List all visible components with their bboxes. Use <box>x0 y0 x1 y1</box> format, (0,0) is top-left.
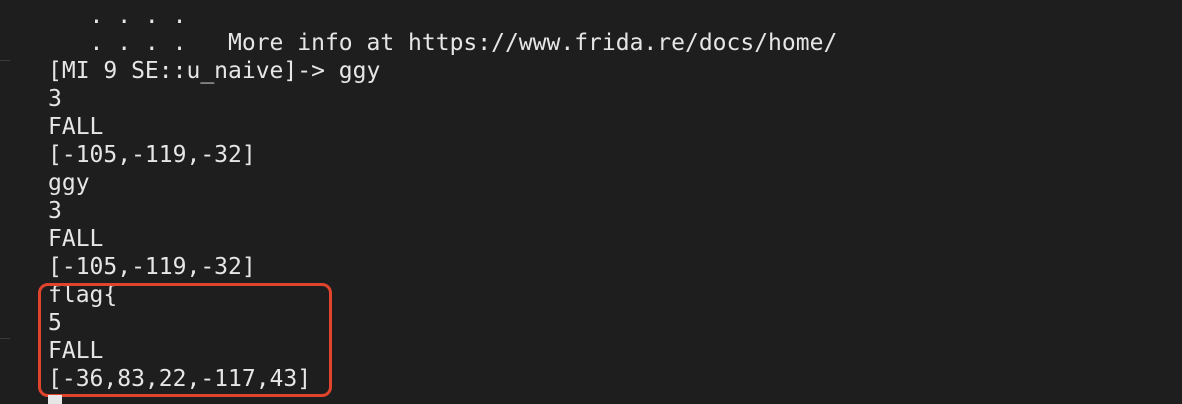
frida-banner-info-line: . . . . More info at https://www.frida.r… <box>48 30 838 56</box>
frida-banner-line: . . . . <box>48 3 187 29</box>
output-line: ggy <box>48 170 90 196</box>
output-line: FALL <box>48 114 104 140</box>
highlight-annotation-box <box>38 283 332 397</box>
gutter-divider <box>0 60 10 61</box>
terminal-window[interactable]: . . . . . . . . More info at https://www… <box>0 0 1182 404</box>
output-line: [-105,-119,-32] <box>48 142 256 168</box>
gutter-divider <box>0 338 10 339</box>
terminal-cursor <box>48 395 62 404</box>
output-line: FALL <box>48 226 104 252</box>
prompt-command-line: [MI 9 SE::u_naive]-> ggy <box>48 58 381 84</box>
output-line: 3 <box>48 198 62 224</box>
output-line: 3 <box>48 86 62 112</box>
output-line: [-105,-119,-32] <box>48 254 256 280</box>
